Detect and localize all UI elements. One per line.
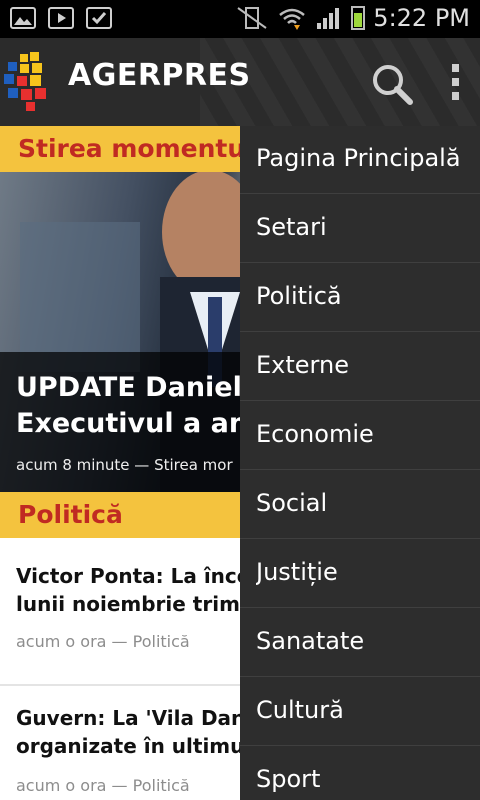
menu-item-social[interactable]: Social <box>240 471 480 539</box>
menu-item-label: Sport <box>256 765 321 793</box>
menu-item-sport[interactable]: Sport <box>240 747 480 800</box>
image-notification-icon <box>10 7 36 29</box>
menu-item-external[interactable]: Externe <box>240 333 480 401</box>
article-title-line: lunii noiembrie trimit <box>16 592 257 616</box>
menu-item-culture[interactable]: Cultură <box>240 678 480 746</box>
article-meta: acum o ora — Politică <box>16 632 190 651</box>
clock: 5:22 PM <box>373 4 470 32</box>
overflow-menu-button[interactable] <box>440 58 470 108</box>
search-icon <box>373 65 413 105</box>
menu-item-home[interactable]: Pagina Principală <box>240 126 480 194</box>
article-title-line: Victor Ponta: La înce <box>16 564 251 588</box>
menu-item-health[interactable]: Sanatate <box>240 609 480 677</box>
overflow-dot-icon <box>451 78 459 86</box>
menu-item-label: Economie <box>256 420 374 448</box>
menu-item-label: Sanatate <box>256 627 365 655</box>
overflow-dot-icon <box>451 92 459 100</box>
search-button[interactable] <box>368 60 416 108</box>
battery-icon <box>351 6 366 30</box>
menu-item-economy[interactable]: Economie <box>240 402 480 470</box>
article-title-line: organizate în ultimul <box>16 734 252 758</box>
signal-icon <box>317 8 340 29</box>
app-bar: AGERPRES <box>0 38 480 126</box>
menu-item-label: Cultură <box>256 696 344 724</box>
vibrate-mute-icon <box>237 7 267 29</box>
menu-item-politics[interactable]: Politică <box>240 264 480 332</box>
navigation-drawer: Pagina Principală Setari Politică Extern… <box>240 126 480 800</box>
wifi-icon <box>279 8 306 30</box>
article-title-line: Guvern: La 'Vila Dant <box>16 706 255 730</box>
menu-item-label: Politică <box>256 282 342 310</box>
hero-meta: acum 8 minute — Stirea mor <box>16 456 233 474</box>
app-title: AGERPRES <box>68 58 251 93</box>
play-store-icon <box>48 7 74 29</box>
overflow-dot-icon <box>451 64 459 72</box>
status-bar: 5:22 PM <box>0 0 480 38</box>
menu-item-settings[interactable]: Setari <box>240 195 480 263</box>
menu-item-label: Justiție <box>256 558 338 586</box>
menu-item-label: Externe <box>256 351 349 379</box>
menu-item-justice[interactable]: Justiție <box>240 540 480 608</box>
menu-item-label: Setari <box>256 213 327 241</box>
menu-item-label: Pagina Principală <box>256 144 461 172</box>
article-title: Guvern: La 'Vila Dant organizate în ulti… <box>16 704 255 760</box>
system-status: 5:22 PM <box>235 4 470 32</box>
shopping-bag-check-icon <box>86 7 112 29</box>
article-title: Victor Ponta: La înce lunii noiembrie tr… <box>16 562 256 618</box>
agerpres-logo-icon <box>4 52 46 111</box>
notification-icons <box>10 7 112 29</box>
article-meta: acum o ora — Politică <box>16 776 190 795</box>
menu-item-label: Social <box>256 489 328 517</box>
section-title: Politică <box>18 500 123 529</box>
